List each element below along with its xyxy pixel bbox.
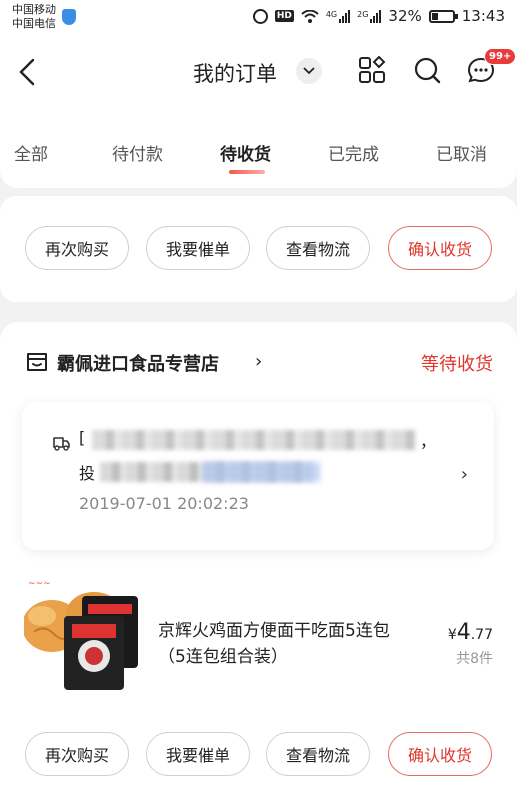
tab-all[interactable]: 全部 bbox=[14, 140, 48, 165]
product-quantity: 共8件 bbox=[456, 651, 493, 667]
svg-text:~~~: ~~~ bbox=[28, 579, 51, 589]
nav-header: 我的订单 99+ bbox=[0, 36, 517, 108]
product-image[interactable]: ~~~ bbox=[24, 574, 142, 694]
title-dropdown[interactable] bbox=[296, 58, 322, 84]
message-badge: 99+ bbox=[484, 48, 517, 65]
rebuy-button[interactable]: 再次购买 bbox=[25, 732, 129, 776]
view-logistics-button[interactable]: 查看物流 bbox=[266, 732, 370, 776]
redacted-link bbox=[202, 462, 320, 482]
grid-menu-icon[interactable] bbox=[358, 56, 386, 84]
alarm-icon bbox=[252, 8, 268, 24]
tab-pending-payment[interactable]: 待付款 bbox=[112, 140, 163, 165]
battery-icon bbox=[428, 9, 458, 23]
back-arrow-icon[interactable] bbox=[18, 58, 36, 86]
page-title[interactable]: 我的订单 bbox=[193, 58, 277, 88]
logistics-line2-prefix: 投 bbox=[79, 464, 96, 483]
signal-icon-2: 2G bbox=[357, 9, 382, 23]
tab-cancelled[interactable]: 已取消 bbox=[436, 140, 487, 165]
store-icon bbox=[27, 353, 47, 371]
shop-header[interactable]: 霸佩进口食品专营店 › 等待收货 bbox=[0, 350, 517, 380]
hd-icon: HD bbox=[274, 10, 294, 22]
logistics-time: 2019-07-01 20:02:23 bbox=[79, 494, 249, 513]
chevron-right-icon: › bbox=[460, 464, 468, 485]
confirm-receipt-button[interactable]: 确认收货 bbox=[388, 226, 492, 270]
product-price: ¥4.77 bbox=[447, 620, 493, 645]
tab-pending-receipt[interactable]: 待收货 bbox=[220, 140, 271, 165]
order-tabs: 全部 待付款 待收货 已完成 已取消 bbox=[0, 108, 517, 188]
rebuy-button[interactable]: 再次购买 bbox=[25, 226, 129, 270]
chevron-right-icon: › bbox=[255, 351, 263, 372]
clock: 13:43 bbox=[461, 7, 505, 25]
redacted-text bbox=[92, 430, 416, 450]
tab-completed[interactable]: 已完成 bbox=[328, 140, 379, 165]
chevron-down-icon bbox=[303, 67, 315, 75]
active-tab-indicator bbox=[229, 170, 265, 174]
carrier-info: 中国移动 中国电信 bbox=[12, 3, 56, 31]
truck-icon bbox=[53, 437, 70, 451]
urge-order-button[interactable]: 我要催单 bbox=[146, 732, 250, 776]
shield-icon bbox=[62, 9, 76, 25]
confirm-receipt-button[interactable]: 确认收货 bbox=[388, 732, 492, 776]
urge-order-button[interactable]: 我要催单 bbox=[146, 226, 250, 270]
logistics-info[interactable]: [ ， 投 2019-07-01 20:02:23 › bbox=[22, 402, 494, 550]
order-card: 霸佩进口食品专营店 › 等待收货 [ ， 投 2019-07-01 20:02:… bbox=[0, 322, 517, 800]
search-icon[interactable] bbox=[413, 56, 441, 84]
wifi-icon bbox=[301, 9, 319, 23]
view-logistics-button[interactable]: 查看物流 bbox=[266, 226, 370, 270]
product-name[interactable]: 京辉火鸡面方便面干吃面5连包 （5连包组合装） bbox=[158, 618, 418, 670]
signal-icon-1: 4G bbox=[326, 9, 351, 23]
carrier-1: 中国移动 bbox=[12, 3, 56, 16]
carrier-2: 中国电信 bbox=[12, 17, 56, 30]
battery-percent: 32% bbox=[388, 7, 422, 25]
logistics-text-prefix: [ bbox=[79, 428, 86, 447]
shop-name[interactable]: 霸佩进口食品专营店 bbox=[57, 350, 219, 376]
status-bar: 中国移动 中国电信 HD 4G 2G 32% 13:43 bbox=[0, 0, 517, 36]
order-status: 等待收货 bbox=[421, 354, 493, 375]
logistics-text-end: ， bbox=[420, 432, 437, 451]
order-card-previous: 再次购买 我要催单 查看物流 确认收货 bbox=[0, 196, 517, 302]
